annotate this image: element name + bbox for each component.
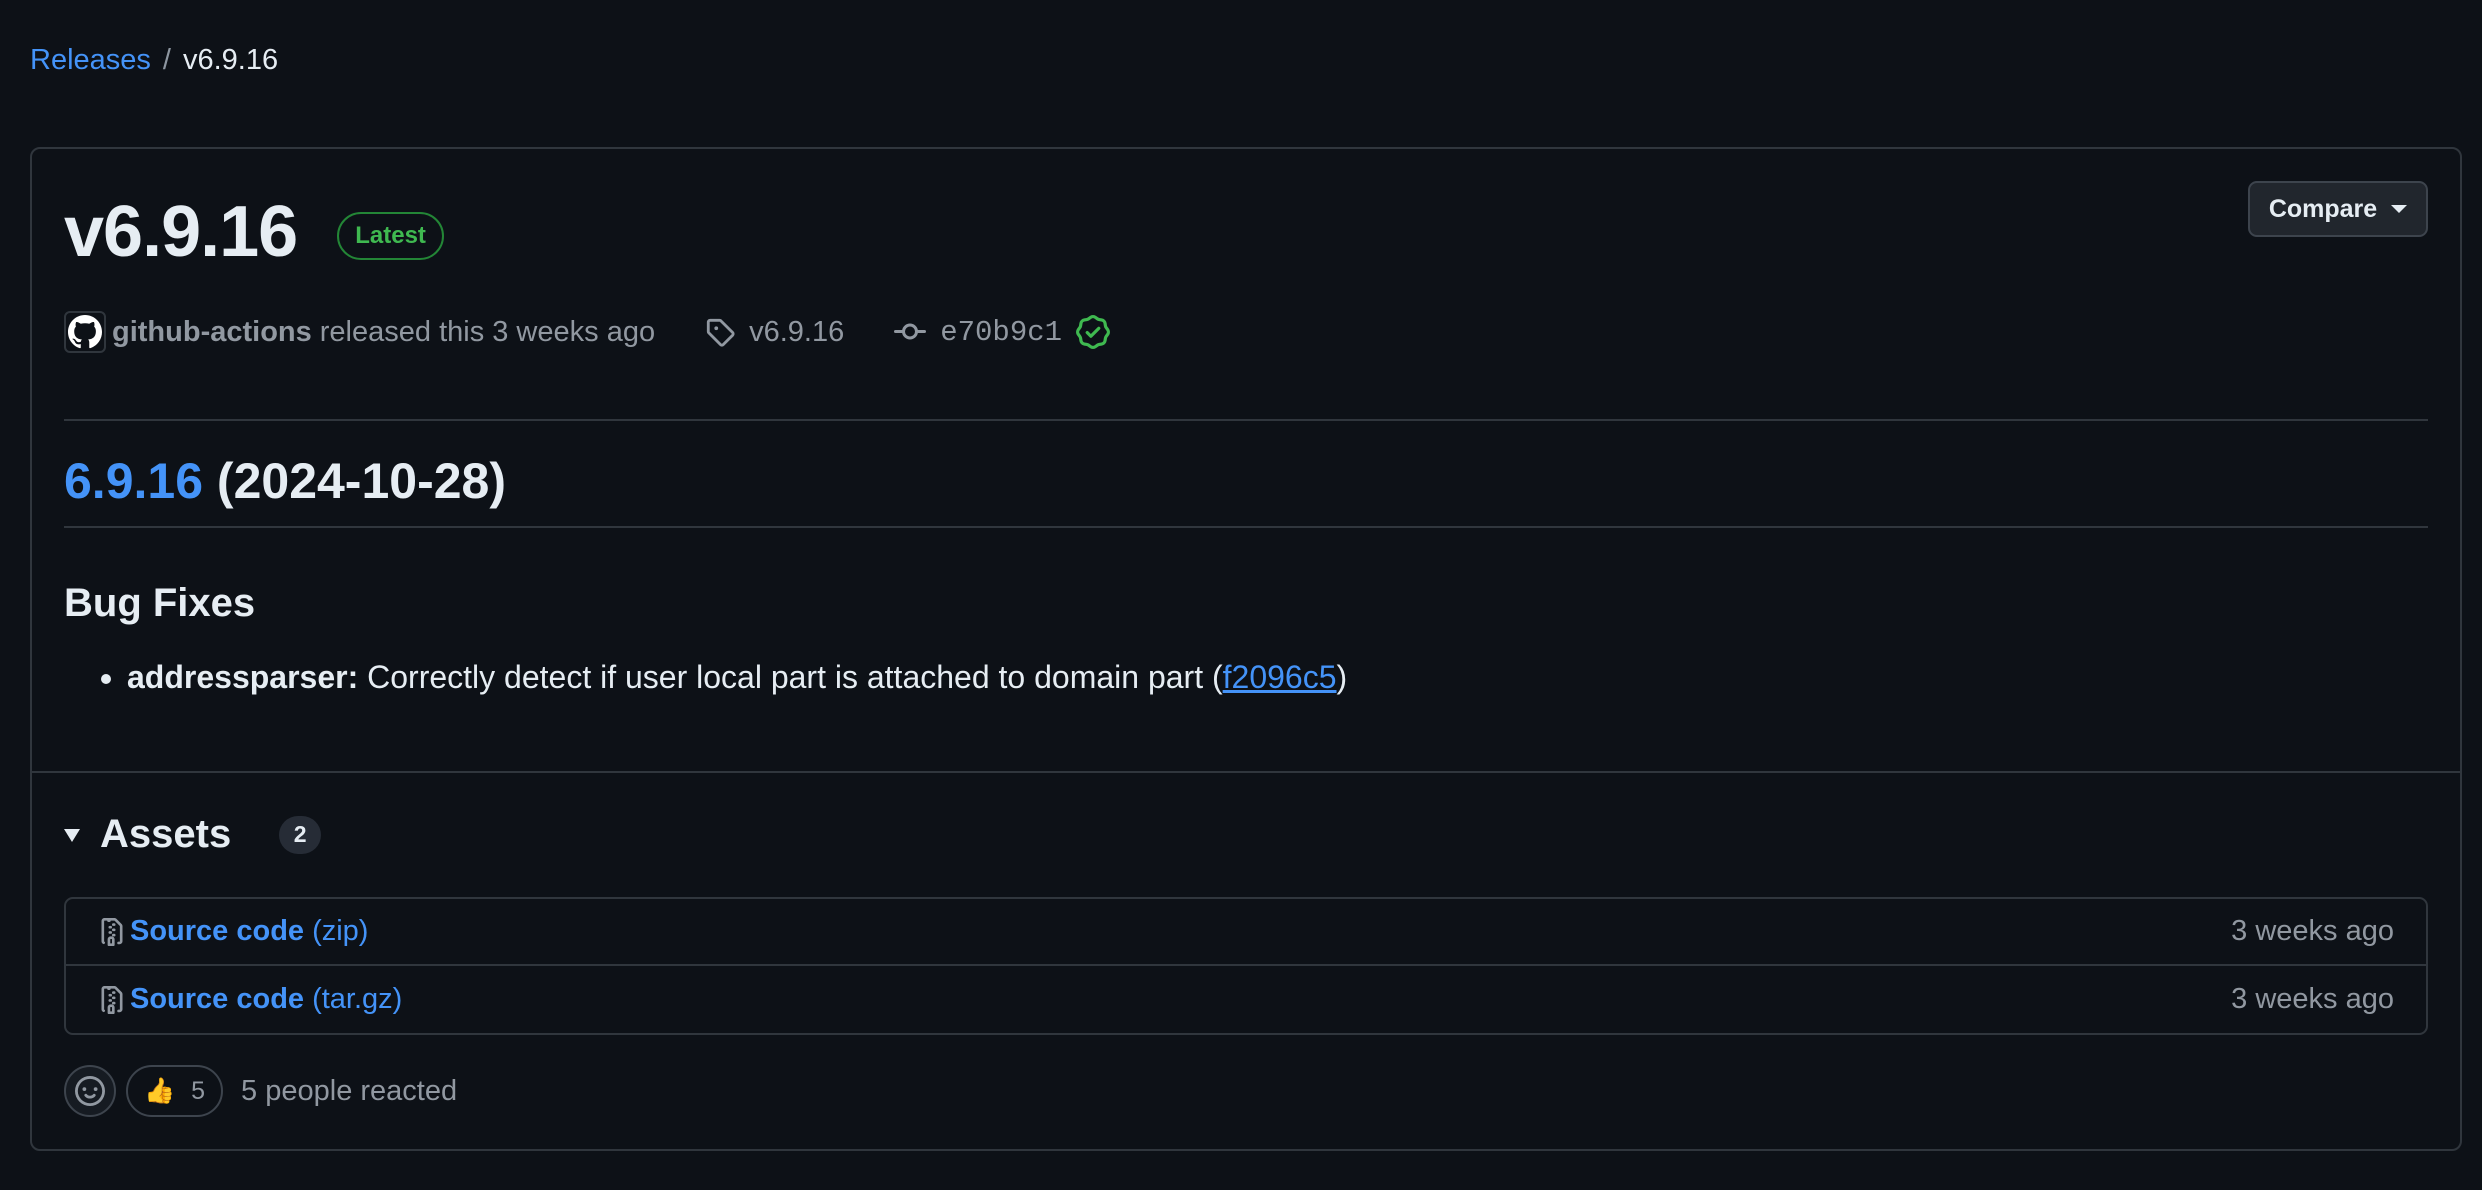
file-zip-icon (98, 984, 126, 1016)
caret-down-icon (2391, 205, 2408, 213)
thumbs-up-reaction-button[interactable]: 👍 5 (126, 1065, 224, 1117)
commit-link[interactable]: e70b9c1 (894, 316, 1062, 349)
release-meta: github-actions released this 3 weeks ago… (64, 311, 1111, 353)
list-item: addressparser: Correctly detect if user … (127, 659, 1347, 696)
released-text: released this 3 weeks ago (319, 315, 656, 348)
asset-name: Source code (130, 915, 305, 947)
breadcrumb-separator: / (162, 44, 171, 76)
asset-ext: (tar.gz) (312, 983, 403, 1015)
release-header: v6.9.16 Latest (64, 191, 444, 273)
bug-fixes-list: addressparser: Correctly detect if user … (127, 659, 1347, 696)
assets-title: Assets (100, 812, 232, 856)
github-mark-icon (68, 315, 102, 349)
tag-link[interactable]: v6.9.16 (705, 316, 844, 349)
thumbs-up-icon: 👍 (144, 1076, 176, 1105)
releases-link[interactable]: Releases (30, 44, 151, 77)
fix-suffix: ) (1336, 659, 1348, 695)
compare-label: Compare (2268, 194, 2378, 223)
fix-text: Correctly detect if user local part is a… (367, 659, 1223, 695)
header-divider (64, 419, 2428, 421)
source-code-targz-link[interactable]: Source code (tar.gz) (130, 983, 402, 1016)
latest-badge: Latest (337, 212, 444, 260)
version-date: (2024-10-28) (216, 453, 506, 509)
release-card: v6.9.16 Latest Compare github-actions re… (30, 147, 2462, 1151)
assets-toggle[interactable]: Assets 2 (64, 812, 322, 857)
asset-time: 3 weeks ago (2231, 915, 2394, 947)
file-zip-icon (98, 916, 126, 948)
version-link[interactable]: 6.9.16 (64, 453, 203, 509)
triangle-down-icon (64, 829, 80, 842)
tag-icon (706, 318, 735, 347)
asset-ext: (zip) (312, 915, 369, 947)
smiley-icon (75, 1076, 105, 1106)
reaction-count: 5 (191, 1076, 206, 1105)
verified-badge[interactable] (1076, 315, 1111, 349)
git-commit-icon (894, 323, 927, 340)
release-title[interactable]: v6.9.16 (64, 191, 298, 273)
asset-time: 3 weeks ago (2231, 983, 2394, 1015)
verified-icon (1076, 315, 1111, 349)
release-notes-heading: 6.9.16 (2024-10-28) (64, 452, 506, 510)
commit-sha: e70b9c1 (940, 315, 1063, 349)
fix-scope: addressparser: (127, 659, 359, 695)
compare-button[interactable]: Compare (2248, 181, 2428, 237)
assets-list: Source code (zip) 3 weeks ago Source code… (64, 897, 2428, 1035)
source-code-zip-link[interactable]: Source code (zip) (130, 915, 368, 948)
notes-heading-divider (64, 526, 2428, 528)
add-reaction-button[interactable] (64, 1065, 116, 1117)
asset-name: Source code (130, 983, 305, 1015)
breadcrumb: Releases / v6.9.16 (30, 44, 278, 77)
table-row: Source code (zip) 3 weeks ago (66, 899, 2426, 966)
avatar[interactable] (64, 311, 106, 353)
reactions-bar: 👍 5 5 people reacted (64, 1065, 457, 1117)
table-row: Source code (tar.gz) 3 weeks ago (66, 966, 2426, 1033)
fix-commit-link[interactable]: f2096c5 (1223, 659, 1337, 695)
assets-count-badge: 2 (279, 815, 322, 854)
author-link[interactable]: github-actions (112, 316, 312, 349)
breadcrumb-current: v6.9.16 (182, 44, 279, 76)
assets-divider (32, 771, 2460, 773)
bug-fixes-heading: Bug Fixes (64, 581, 256, 625)
tag-label: v6.9.16 (749, 315, 845, 348)
reactions-summary: 5 people reacted (241, 1074, 458, 1107)
